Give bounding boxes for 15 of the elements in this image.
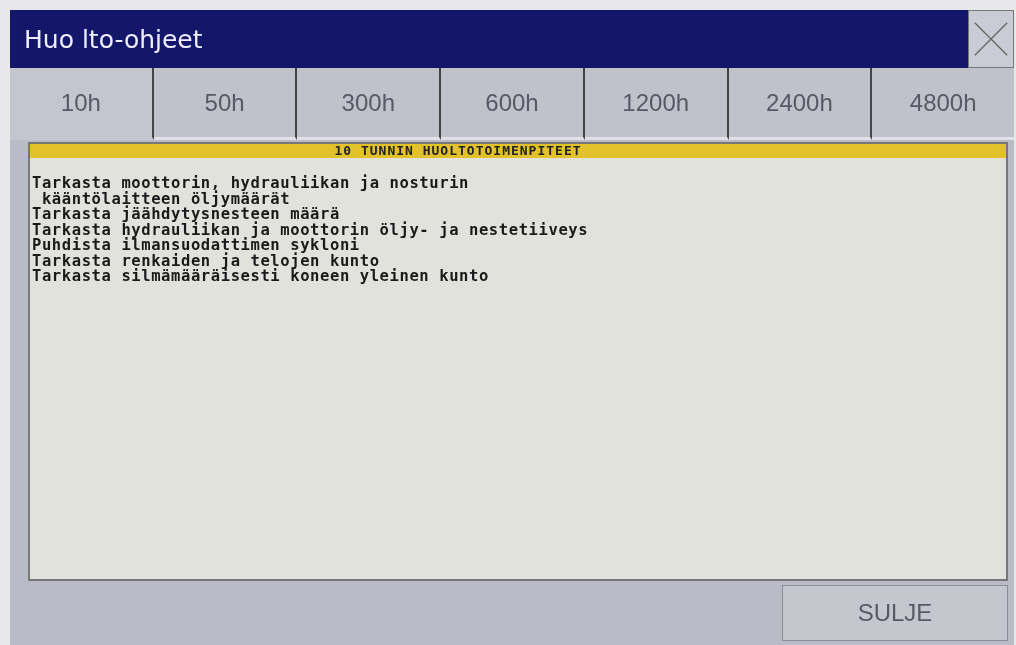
tab[interactable]: 10h <box>10 68 154 140</box>
tab[interactable]: 300h <box>297 68 442 140</box>
panel-heading: 10 TUNNIN HUOLTOTOIMENPITEET <box>30 144 1006 158</box>
close-button[interactable]: SULJE <box>782 585 1008 641</box>
tab[interactable]: 2400h <box>728 68 873 140</box>
tab[interactable]: 50h <box>153 68 298 140</box>
instruction-line: Tarkasta hydrauliikan ja moottorin öljy- ja nestetiiveys <box>32 222 590 238</box>
instruction-line: Tarkasta jäähdytysnesteen määrä <box>32 207 340 223</box>
instruction-line: Tarkasta silmämääräisesti koneen yleinen kunto <box>32 269 490 285</box>
close-button[interactable] <box>968 10 1014 68</box>
tab[interactable]: 600h <box>441 68 585 140</box>
tab[interactable]: 4800h <box>872 68 1015 140</box>
instruction-line: Tarkasta renkaiden ja telojen kunto <box>32 253 380 269</box>
tab[interactable]: 1200h <box>584 68 729 140</box>
window-title: Huo lto-ohjeet <box>23 24 203 54</box>
